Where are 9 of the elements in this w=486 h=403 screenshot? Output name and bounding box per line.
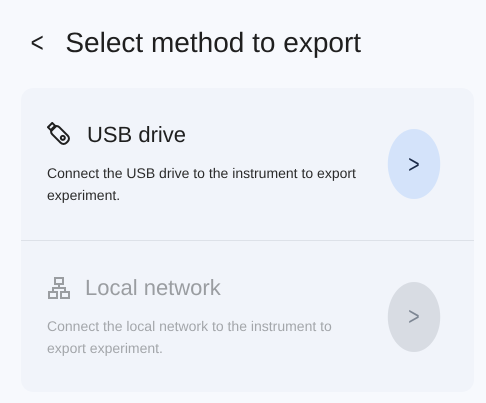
back-button[interactable]: < [27, 29, 47, 57]
option-description: Connect the USB drive to the instrument to export experiment. [47, 164, 357, 205]
network-icon [47, 276, 71, 300]
option-description: Connect the local network to the instrument to export experiment. [47, 316, 333, 358]
option-title: Local network [85, 274, 221, 300]
usb-drive-icon [47, 122, 73, 148]
option-title: USB drive [87, 122, 186, 148]
next-button[interactable]: > [388, 129, 440, 199]
page-title: Select method to export [65, 27, 362, 59]
